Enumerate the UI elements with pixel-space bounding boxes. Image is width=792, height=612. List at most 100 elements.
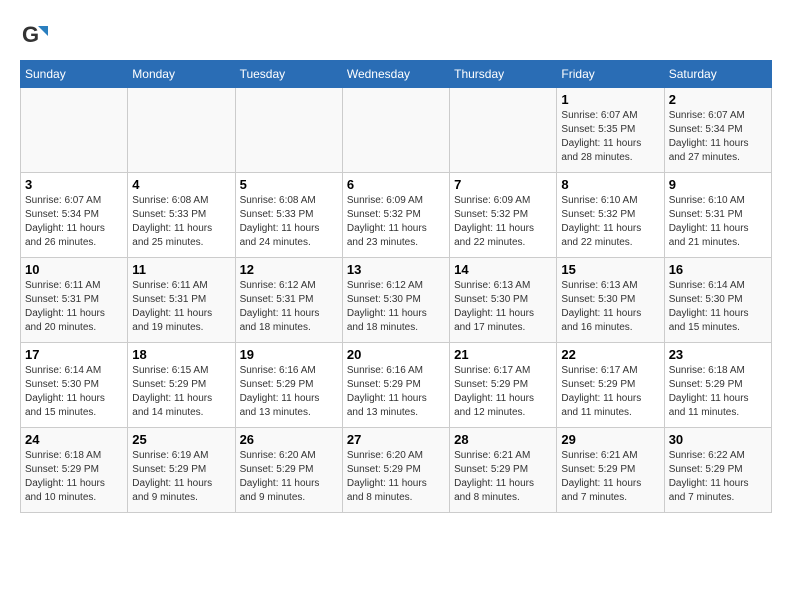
calendar-week-2: 3 Sunrise: 6:07 AM Sunset: 5:34 PM Daylig… (21, 173, 772, 258)
day-number: 8 (561, 177, 659, 192)
day-number: 21 (454, 347, 552, 362)
calendar-cell: 1 Sunrise: 6:07 AM Sunset: 5:35 PM Daylig… (557, 88, 664, 173)
calendar-cell: 19 Sunrise: 6:16 AM Sunset: 5:29 PM Dayli… (235, 343, 342, 428)
day-number: 23 (669, 347, 767, 362)
calendar-cell (128, 88, 235, 173)
calendar-cell: 23Sunrise: 6:18 AM Sunset: 5:29 PM Dayli… (664, 343, 771, 428)
calendar-cell: 16 Sunrise: 6:14 AM Sunset: 5:30 PM Dayli… (664, 258, 771, 343)
calendar-cell: 15 Sunrise: 6:13 AM Sunset: 5:30 PM Dayli… (557, 258, 664, 343)
day-number: 20 (347, 347, 445, 362)
day-info: Sunrise: 6:20 AM Sunset: 5:29 PM Dayligh… (240, 449, 338, 505)
day-info: Sunrise: 6:18 AM Sunset: 5:29 PM Dayligh… (25, 449, 123, 505)
day-number: 3 (25, 177, 123, 192)
logo: G (20, 20, 54, 50)
calendar-cell: 29Sunrise: 6:21 AM Sunset: 5:29 PM Dayli… (557, 428, 664, 513)
calendar-table: SundayMondayTuesdayWednesdayThursdayFrid… (20, 60, 772, 513)
day-number: 25 (132, 432, 230, 447)
calendar-cell: 8Sunrise: 6:10 AM Sunset: 5:32 PM Daylig… (557, 173, 664, 258)
day-number: 14 (454, 262, 552, 277)
day-number: 9 (669, 177, 767, 192)
day-number: 1 (561, 92, 659, 107)
day-info: Sunrise: 6:14 AM Sunset: 5:30 PM Dayligh… (25, 364, 123, 420)
calendar-cell: 4 Sunrise: 6:08 AM Sunset: 5:33 PM Daylig… (128, 173, 235, 258)
calendar-cell: 28 Sunrise: 6:21 AM Sunset: 5:29 PM Dayli… (450, 428, 557, 513)
day-info: Sunrise: 6:12 AM Sunset: 5:31 PM Dayligh… (240, 279, 338, 335)
weekday-header-thursday: Thursday (450, 61, 557, 88)
day-number: 30 (669, 432, 767, 447)
day-info: Sunrise: 6:13 AM Sunset: 5:30 PM Dayligh… (454, 279, 552, 335)
calendar-cell: 17 Sunrise: 6:14 AM Sunset: 5:30 PM Dayli… (21, 343, 128, 428)
weekday-header-tuesday: Tuesday (235, 61, 342, 88)
day-info: Sunrise: 6:07 AM Sunset: 5:34 PM Dayligh… (669, 109, 767, 165)
calendar-week-1: 1 Sunrise: 6:07 AM Sunset: 5:35 PM Daylig… (21, 88, 772, 173)
calendar-header: SundayMondayTuesdayWednesdayThursdayFrid… (21, 61, 772, 88)
day-number: 6 (347, 177, 445, 192)
day-info: Sunrise: 6:17 AM Sunset: 5:29 PM Dayligh… (454, 364, 552, 420)
calendar-cell: 30 Sunrise: 6:22 AM Sunset: 5:29 PM Dayli… (664, 428, 771, 513)
day-number: 19 (240, 347, 338, 362)
calendar-cell: 12 Sunrise: 6:12 AM Sunset: 5:31 PM Dayli… (235, 258, 342, 343)
day-number: 5 (240, 177, 338, 192)
day-number: 26 (240, 432, 338, 447)
day-number: 11 (132, 262, 230, 277)
day-info: Sunrise: 6:10 AM Sunset: 5:31 PM Dayligh… (669, 194, 767, 250)
logo-icon: G (20, 20, 50, 50)
day-info: Sunrise: 6:08 AM Sunset: 5:33 PM Dayligh… (132, 194, 230, 250)
weekday-row: SundayMondayTuesdayWednesdayThursdayFrid… (21, 61, 772, 88)
day-info: Sunrise: 6:16 AM Sunset: 5:29 PM Dayligh… (240, 364, 338, 420)
day-info: Sunrise: 6:21 AM Sunset: 5:29 PM Dayligh… (454, 449, 552, 505)
calendar-cell: 5 Sunrise: 6:08 AM Sunset: 5:33 PM Daylig… (235, 173, 342, 258)
day-info: Sunrise: 6:12 AM Sunset: 5:30 PM Dayligh… (347, 279, 445, 335)
day-info: Sunrise: 6:13 AM Sunset: 5:30 PM Dayligh… (561, 279, 659, 335)
weekday-header-monday: Monday (128, 61, 235, 88)
day-number: 24 (25, 432, 123, 447)
day-number: 29 (561, 432, 659, 447)
calendar-week-5: 24 Sunrise: 6:18 AM Sunset: 5:29 PM Dayli… (21, 428, 772, 513)
day-info: Sunrise: 6:11 AM Sunset: 5:31 PM Dayligh… (132, 279, 230, 335)
calendar-cell (235, 88, 342, 173)
day-info: Sunrise: 6:22 AM Sunset: 5:29 PM Dayligh… (669, 449, 767, 505)
day-number: 7 (454, 177, 552, 192)
day-info: Sunrise: 6:08 AM Sunset: 5:33 PM Dayligh… (240, 194, 338, 250)
calendar-cell: 6 Sunrise: 6:09 AM Sunset: 5:32 PM Daylig… (342, 173, 449, 258)
calendar-week-4: 17 Sunrise: 6:14 AM Sunset: 5:30 PM Dayli… (21, 343, 772, 428)
calendar-cell: 7Sunrise: 6:09 AM Sunset: 5:32 PM Daylig… (450, 173, 557, 258)
day-number: 16 (669, 262, 767, 277)
day-number: 12 (240, 262, 338, 277)
day-number: 18 (132, 347, 230, 362)
day-number: 15 (561, 262, 659, 277)
day-number: 4 (132, 177, 230, 192)
calendar-cell: 25 Sunrise: 6:19 AM Sunset: 5:29 PM Dayli… (128, 428, 235, 513)
day-info: Sunrise: 6:19 AM Sunset: 5:29 PM Dayligh… (132, 449, 230, 505)
day-number: 28 (454, 432, 552, 447)
calendar-cell: 27 Sunrise: 6:20 AM Sunset: 5:29 PM Dayli… (342, 428, 449, 513)
weekday-header-sunday: Sunday (21, 61, 128, 88)
calendar-cell: 18Sunrise: 6:15 AM Sunset: 5:29 PM Dayli… (128, 343, 235, 428)
calendar-cell: 10 Sunrise: 6:11 AM Sunset: 5:31 PM Dayli… (21, 258, 128, 343)
calendar-cell (342, 88, 449, 173)
weekday-header-friday: Friday (557, 61, 664, 88)
weekday-header-wednesday: Wednesday (342, 61, 449, 88)
day-number: 10 (25, 262, 123, 277)
calendar-cell: 2 Sunrise: 6:07 AM Sunset: 5:34 PM Daylig… (664, 88, 771, 173)
calendar-week-3: 10 Sunrise: 6:11 AM Sunset: 5:31 PM Dayli… (21, 258, 772, 343)
day-number: 2 (669, 92, 767, 107)
day-number: 27 (347, 432, 445, 447)
day-info: Sunrise: 6:09 AM Sunset: 5:32 PM Dayligh… (347, 194, 445, 250)
day-number: 17 (25, 347, 123, 362)
calendar-cell (450, 88, 557, 173)
calendar-body: 1 Sunrise: 6:07 AM Sunset: 5:35 PM Daylig… (21, 88, 772, 513)
day-info: Sunrise: 6:07 AM Sunset: 5:34 PM Dayligh… (25, 194, 123, 250)
calendar-cell: 14 Sunrise: 6:13 AM Sunset: 5:30 PM Dayli… (450, 258, 557, 343)
weekday-header-saturday: Saturday (664, 61, 771, 88)
calendar-cell: 9 Sunrise: 6:10 AM Sunset: 5:31 PM Daylig… (664, 173, 771, 258)
day-info: Sunrise: 6:16 AM Sunset: 5:29 PM Dayligh… (347, 364, 445, 420)
calendar-cell: 3 Sunrise: 6:07 AM Sunset: 5:34 PM Daylig… (21, 173, 128, 258)
day-info: Sunrise: 6:17 AM Sunset: 5:29 PM Dayligh… (561, 364, 659, 420)
day-info: Sunrise: 6:20 AM Sunset: 5:29 PM Dayligh… (347, 449, 445, 505)
day-info: Sunrise: 6:07 AM Sunset: 5:35 PM Dayligh… (561, 109, 659, 165)
day-info: Sunrise: 6:11 AM Sunset: 5:31 PM Dayligh… (25, 279, 123, 335)
day-info: Sunrise: 6:14 AM Sunset: 5:30 PM Dayligh… (669, 279, 767, 335)
day-number: 22 (561, 347, 659, 362)
calendar-cell: 22 Sunrise: 6:17 AM Sunset: 5:29 PM Dayli… (557, 343, 664, 428)
